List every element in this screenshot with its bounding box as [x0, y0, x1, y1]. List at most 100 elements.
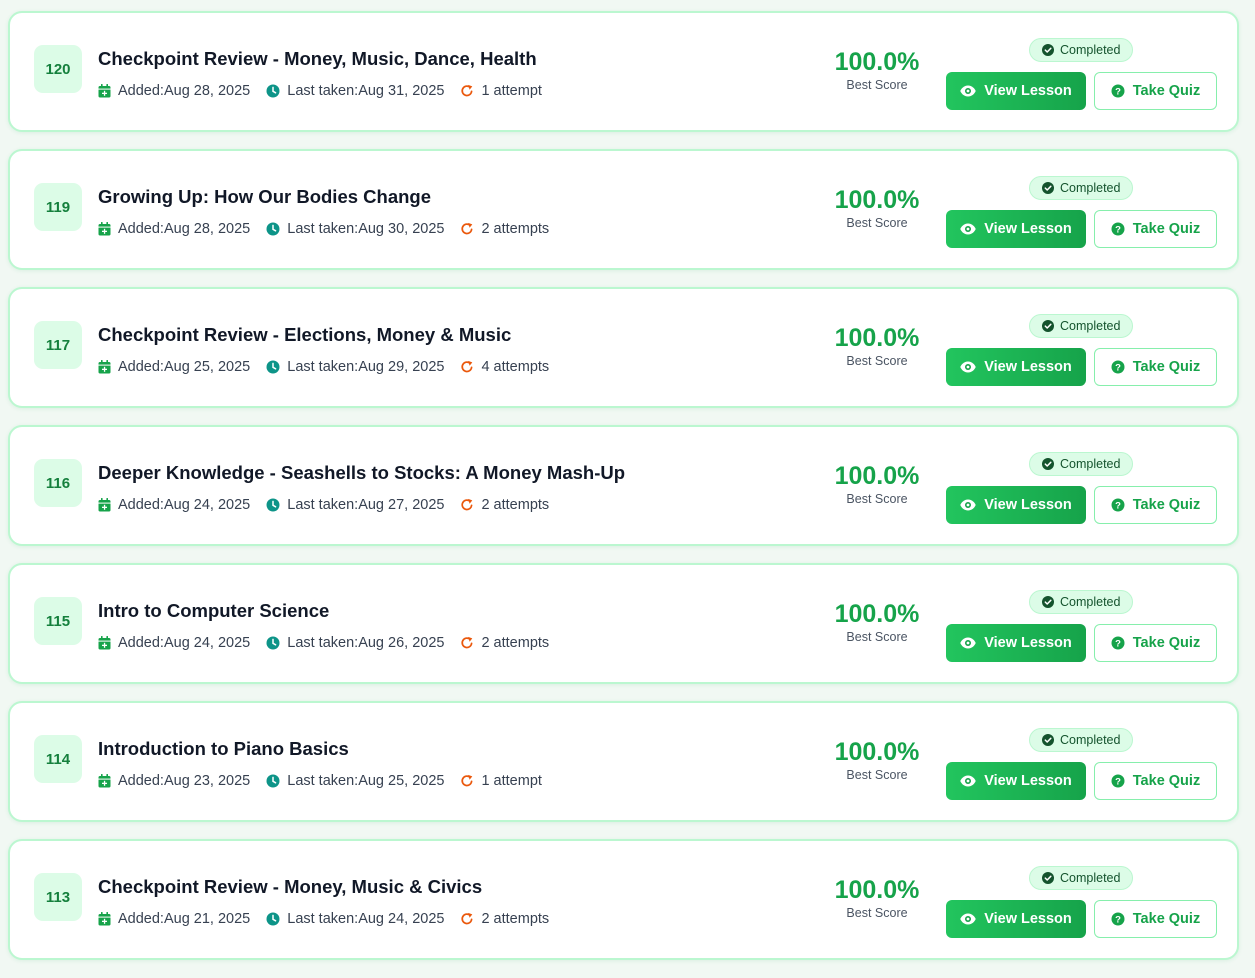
best-score: 100.0% Best Score — [812, 461, 942, 506]
lesson-card: 117 Checkpoint Review - Elections, Money… — [8, 287, 1239, 408]
status-badge: Completed — [1029, 314, 1134, 338]
lesson-title: Deeper Knowledge - Seashells to Stocks: … — [98, 462, 626, 483]
best-score: 100.0% Best Score — [812, 47, 942, 92]
take-quiz-label: Take Quiz — [1132, 497, 1201, 513]
lesson-title: Growing Up: How Our Bodies Change — [98, 186, 431, 207]
view-lesson-label: View Lesson — [984, 221, 1072, 237]
added-prefix: Added: — [118, 911, 164, 927]
redo-icon — [461, 222, 473, 235]
calendar-plus-icon — [98, 498, 111, 512]
lesson-card: 119 Growing Up: How Our Bodies Change Ad… — [8, 149, 1239, 270]
redo-icon — [461, 498, 473, 511]
take-quiz-button[interactable]: ? Take Quiz — [1094, 348, 1217, 386]
status-label: Completed — [1060, 733, 1121, 747]
added-prefix: Added: — [118, 221, 164, 237]
take-quiz-button[interactable]: ? Take Quiz — [1094, 900, 1217, 938]
attempts-value: 1 attempt — [481, 773, 542, 789]
svg-text:?: ? — [1115, 914, 1121, 925]
added-value: Aug 24, 2025 — [163, 635, 251, 651]
attempt-count: 2 attempts — [460, 635, 549, 651]
check-circle-icon — [1042, 44, 1054, 56]
score-value: 100.0% — [834, 186, 920, 214]
calendar-plus-icon — [98, 222, 111, 236]
svg-text:?: ? — [1115, 362, 1121, 373]
lesson-number: 120 — [34, 45, 82, 93]
take-quiz-button[interactable]: ? Take Quiz — [1094, 486, 1217, 524]
view-lesson-label: View Lesson — [984, 773, 1072, 789]
added-prefix: Added: — [118, 83, 164, 99]
calendar-plus-icon — [98, 774, 111, 788]
lesson-number: 116 — [34, 459, 82, 507]
svg-text:?: ? — [1115, 776, 1121, 787]
attempt-count: 1 attempt — [460, 83, 542, 99]
take-quiz-label: Take Quiz — [1132, 221, 1201, 237]
score-label: Best Score — [846, 630, 908, 644]
score-label: Best Score — [846, 216, 908, 230]
last-taken-prefix: Last taken: — [287, 497, 359, 513]
question-circle-icon: ? — [1111, 360, 1125, 374]
take-quiz-button[interactable]: ? Take Quiz — [1094, 762, 1217, 800]
view-lesson-button[interactable]: View Lesson — [946, 624, 1086, 662]
take-quiz-button[interactable]: ? Take Quiz — [1094, 72, 1217, 110]
attempts-value: 2 attempts — [481, 635, 550, 651]
eye-icon — [960, 223, 976, 235]
last-taken-date: Last taken: Aug 27, 2025 — [266, 497, 444, 513]
question-circle-icon: ? — [1111, 84, 1125, 98]
lesson-number: 113 — [34, 873, 82, 921]
view-lesson-button[interactable]: View Lesson — [946, 348, 1086, 386]
attempts-value: 4 attempts — [481, 359, 550, 375]
status-label: Completed — [1060, 595, 1121, 609]
eye-icon — [960, 499, 976, 511]
take-quiz-button[interactable]: ? Take Quiz — [1094, 210, 1217, 248]
last-taken-prefix: Last taken: — [287, 83, 359, 99]
added-date: Added: Aug 28, 2025 — [98, 221, 250, 237]
last-taken-value: Aug 29, 2025 — [358, 359, 445, 375]
score-label: Best Score — [846, 354, 908, 368]
added-date: Added: Aug 28, 2025 — [98, 83, 250, 99]
last-taken-value: Aug 30, 2025 — [358, 221, 445, 237]
calendar-plus-icon — [98, 84, 111, 98]
svg-text:?: ? — [1115, 500, 1121, 511]
eye-icon — [960, 361, 976, 373]
score-label: Best Score — [846, 78, 908, 92]
best-score: 100.0% Best Score — [812, 185, 942, 230]
lesson-title: Checkpoint Review - Money, Music, Dance,… — [98, 48, 537, 69]
attempts-value: 1 attempt — [481, 83, 542, 99]
score-value: 100.0% — [834, 462, 920, 490]
score-value: 100.0% — [834, 876, 920, 904]
score-label: Best Score — [846, 492, 908, 506]
lesson-meta: Added: Aug 23, 2025 Last taken: Aug 25, … — [98, 773, 558, 789]
redo-icon — [461, 636, 473, 649]
added-prefix: Added: — [118, 497, 164, 513]
attempt-count: 2 attempts — [460, 221, 549, 237]
clock-icon — [266, 636, 280, 650]
question-circle-icon: ? — [1111, 912, 1125, 926]
last-taken-value: Aug 24, 2025 — [358, 911, 445, 927]
status-badge: Completed — [1029, 38, 1134, 62]
eye-icon — [960, 913, 976, 925]
last-taken-prefix: Last taken: — [287, 635, 359, 651]
attempt-count: 1 attempt — [460, 773, 542, 789]
lesson-number: 119 — [34, 183, 82, 231]
last-taken-date: Last taken: Aug 24, 2025 — [266, 911, 444, 927]
take-quiz-button[interactable]: ? Take Quiz — [1094, 624, 1217, 662]
last-taken-date: Last taken: Aug 26, 2025 — [266, 635, 444, 651]
redo-icon — [461, 912, 473, 925]
view-lesson-button[interactable]: View Lesson — [946, 72, 1086, 110]
view-lesson-button[interactable]: View Lesson — [946, 486, 1086, 524]
added-prefix: Added: — [118, 773, 164, 789]
attempt-count: 2 attempts — [460, 497, 549, 513]
added-value: Aug 25, 2025 — [163, 359, 251, 375]
view-lesson-button[interactable]: View Lesson — [946, 210, 1086, 248]
score-label: Best Score — [846, 768, 908, 782]
take-quiz-label: Take Quiz — [1132, 359, 1201, 375]
last-taken-value: Aug 31, 2025 — [358, 83, 445, 99]
best-score: 100.0% Best Score — [812, 875, 942, 920]
view-lesson-button[interactable]: View Lesson — [946, 762, 1086, 800]
view-lesson-button[interactable]: View Lesson — [946, 900, 1086, 938]
best-score: 100.0% Best Score — [812, 323, 942, 368]
status-label: Completed — [1060, 871, 1121, 885]
lesson-card: 116 Deeper Knowledge - Seashells to Stoc… — [8, 425, 1239, 546]
svg-text:?: ? — [1115, 224, 1121, 235]
added-value: Aug 23, 2025 — [163, 773, 251, 789]
